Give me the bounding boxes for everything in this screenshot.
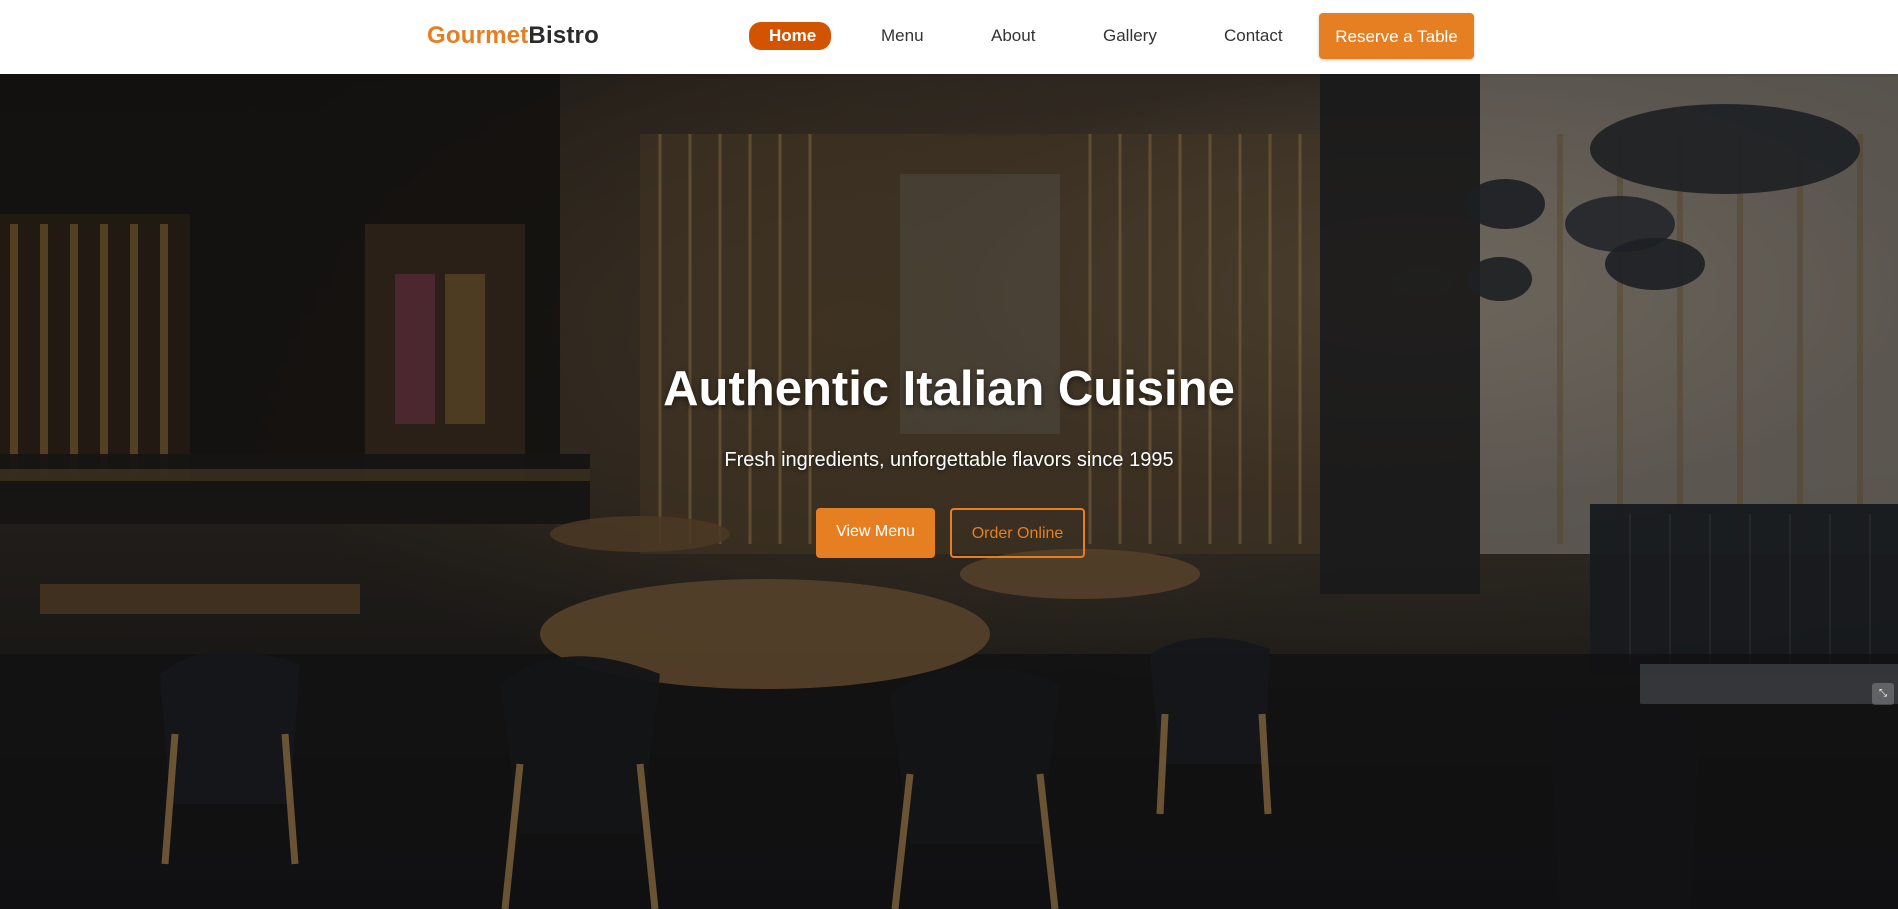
view-menu-button[interactable]: View Menu — [816, 508, 935, 558]
hero-section: Authentic Italian Cuisine Fresh ingredie… — [0, 74, 1898, 909]
nav-item-contact[interactable]: Contact — [1224, 22, 1283, 50]
logo-part-gourmet: Gourmet — [427, 22, 529, 49]
hero-subtitle: Fresh ingredients, unforgettable flavors… — [724, 449, 1174, 471]
nav-item-about[interactable]: About — [991, 22, 1035, 50]
navbar: GourmetBistro Home Menu About Gallery Co… — [0, 0, 1898, 74]
logo-part-bistro: Bistro — [528, 22, 599, 49]
order-online-button[interactable]: Order Online — [950, 508, 1085, 558]
brand-logo[interactable]: GourmetBistro — [427, 22, 599, 50]
hero-dark-overlay — [0, 74, 1898, 909]
expand-icon[interactable]: ⤡ — [1872, 683, 1894, 705]
hero-title: Authentic Italian Cuisine — [663, 362, 1235, 416]
nav-item-gallery[interactable]: Gallery — [1103, 22, 1157, 50]
reserve-table-button[interactable]: Reserve a Table — [1319, 13, 1474, 59]
nav-item-menu[interactable]: Menu — [881, 22, 924, 50]
nav-item-home[interactable]: Home — [749, 22, 831, 50]
